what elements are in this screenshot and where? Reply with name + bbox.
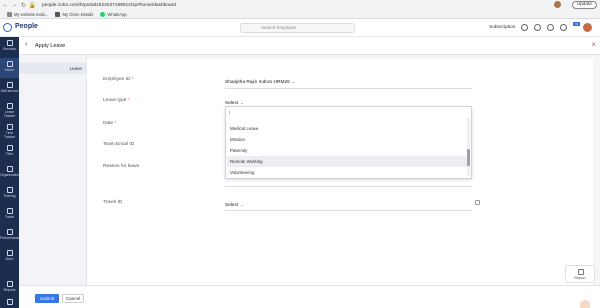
- team-email-label: Team Email ID: [103, 142, 135, 147]
- dropdown-option[interactable]: Volunteering: [227, 167, 467, 178]
- timer-icon[interactable]: [547, 24, 554, 31]
- date-label: Date *: [103, 121, 117, 126]
- scrollbar-thumb[interactable]: [467, 149, 470, 166]
- plane-icon: [6, 208, 13, 214]
- chevron-down-icon: ⌄: [240, 202, 244, 207]
- travel-id-select[interactable]: Select ⌄: [225, 202, 244, 208]
- close-icon[interactable]: ×: [591, 40, 596, 49]
- browser-update-button[interactable]: Update: [571, 1, 597, 9]
- notification-badge: 99: [573, 22, 580, 26]
- page-title: Apply Leave: [35, 42, 66, 49]
- grid-icon: [6, 40, 13, 46]
- camera-icon[interactable]: [521, 24, 528, 31]
- employee-id-label: Employee ID *: [103, 77, 134, 82]
- section-tab-leave[interactable]: Leave: [19, 63, 87, 74]
- subscription-link[interactable]: Subscription: [489, 25, 515, 30]
- back-icon[interactable]: ←: [2, 2, 9, 9]
- rail-item-settings[interactable]: [0, 297, 19, 308]
- home-icon: [6, 61, 13, 67]
- submit-button[interactable]: Submit: [35, 294, 59, 303]
- bookmark-item[interactable]: My website tools...: [7, 11, 48, 17]
- bookmark-item[interactable]: My Orion Details: [55, 11, 93, 17]
- chevron-down-icon: ⌄: [291, 79, 296, 84]
- address-bar[interactable]: people.zoho.com/hrportal1524037199014/zp…: [42, 3, 176, 8]
- bookmark-item[interactable]: WhatsApp: [100, 11, 127, 17]
- page-header: ‹ Apply Leave ×: [19, 37, 600, 55]
- bookmarks-bar: My website tools... My Orion Details Wha…: [0, 10, 600, 19]
- clock-icon: [6, 124, 13, 130]
- employee-id-select[interactable]: Shanjitha Rajin Indron HRM26 ⌄: [225, 79, 295, 85]
- org-chart-icon: [6, 166, 13, 172]
- rail-item-more[interactable]: More: [0, 247, 19, 267]
- help-bubble-icon[interactable]: [580, 300, 590, 308]
- forward-icon[interactable]: →: [11, 2, 18, 9]
- employee-id-underline: [225, 88, 472, 89]
- report-icon: [578, 269, 584, 275]
- report-button[interactable]: Report: [565, 265, 595, 283]
- settings-icon[interactable]: [560, 24, 567, 31]
- browser-profile-avatar[interactable]: [554, 1, 561, 8]
- leave-type-label: Leave type *: [103, 98, 130, 103]
- dropdown-option-hovered[interactable]: Remote Working: [227, 156, 467, 167]
- travel-id-underline: [225, 210, 472, 211]
- rail-item-time-tracker[interactable]: Time Tracker: [0, 121, 19, 141]
- bookmark-page-icon: [55, 11, 61, 17]
- more-icon: [6, 250, 13, 256]
- rail-item-travel[interactable]: Travel: [0, 205, 19, 225]
- rail-item-home[interactable]: Home: [0, 58, 19, 78]
- rail-item-performance[interactable]: Performance: [0, 226, 19, 246]
- form-section-sidebar: Leave: [19, 55, 87, 285]
- rail-item-reports[interactable]: Reports: [0, 278, 19, 298]
- add-travel-icon[interactable]: [475, 200, 480, 205]
- rail-item-files[interactable]: Files: [0, 142, 19, 162]
- user-add-icon[interactable]: [534, 24, 541, 31]
- gear-icon: [6, 299, 13, 305]
- cancel-button[interactable]: Cancel: [62, 294, 84, 303]
- dropdown-scrollbar[interactable]: [467, 118, 470, 176]
- dropdown-option[interactable]: Paternity: [227, 145, 467, 156]
- dropdown-option[interactable]: Medical Leave: [227, 123, 467, 134]
- form-footer: Submit Cancel: [19, 285, 600, 308]
- person-icon: [6, 82, 13, 88]
- folder-icon: [6, 145, 13, 151]
- chevron-down-icon: ⌄: [240, 100, 244, 105]
- rail-item-organization[interactable]: Organization: [0, 163, 19, 183]
- search-employee-input[interactable]: Search Employee: [240, 23, 355, 33]
- rail-item-self-service[interactable]: Self-service: [0, 79, 19, 99]
- browser-toolbar: ← → ↻ 🔒 people.zoho.com/hrportal15240371…: [0, 0, 600, 10]
- reload-icon[interactable]: ↻: [20, 2, 27, 9]
- leave-type-dropdown: | Medical Leave Mission Paternity Remote…: [225, 106, 472, 179]
- dropdown-option[interactable]: Mission: [227, 134, 467, 145]
- app-logo-text: People: [15, 23, 38, 30]
- app-header: People Search Employee Subscription 99: [0, 19, 600, 37]
- whatsapp-icon: [100, 11, 106, 17]
- report-icon: [6, 281, 13, 287]
- reason-textarea-underline[interactable]: [225, 186, 472, 187]
- rail-item-leave-tracker[interactable]: Leave Tracker: [0, 100, 19, 120]
- dropdown-search-input[interactable]: |: [229, 109, 466, 117]
- left-navigation-rail: Services Home Self-service Leave Tracker…: [0, 37, 19, 308]
- people-logo-icon: [3, 23, 12, 32]
- reason-label: Reason for leave: [103, 164, 140, 169]
- lock-icon: 🔒: [28, 2, 37, 9]
- rail-item-services[interactable]: Services: [0, 37, 19, 57]
- book-icon: [6, 187, 13, 193]
- bookmark-folder-icon: [7, 11, 12, 17]
- rail-item-training[interactable]: Training: [0, 184, 19, 204]
- travel-id-label: Travel ID: [103, 200, 123, 205]
- user-avatar[interactable]: [583, 23, 592, 32]
- chart-icon: [6, 229, 13, 235]
- calendar-icon: [6, 103, 13, 109]
- back-arrow-icon[interactable]: ‹: [25, 41, 27, 48]
